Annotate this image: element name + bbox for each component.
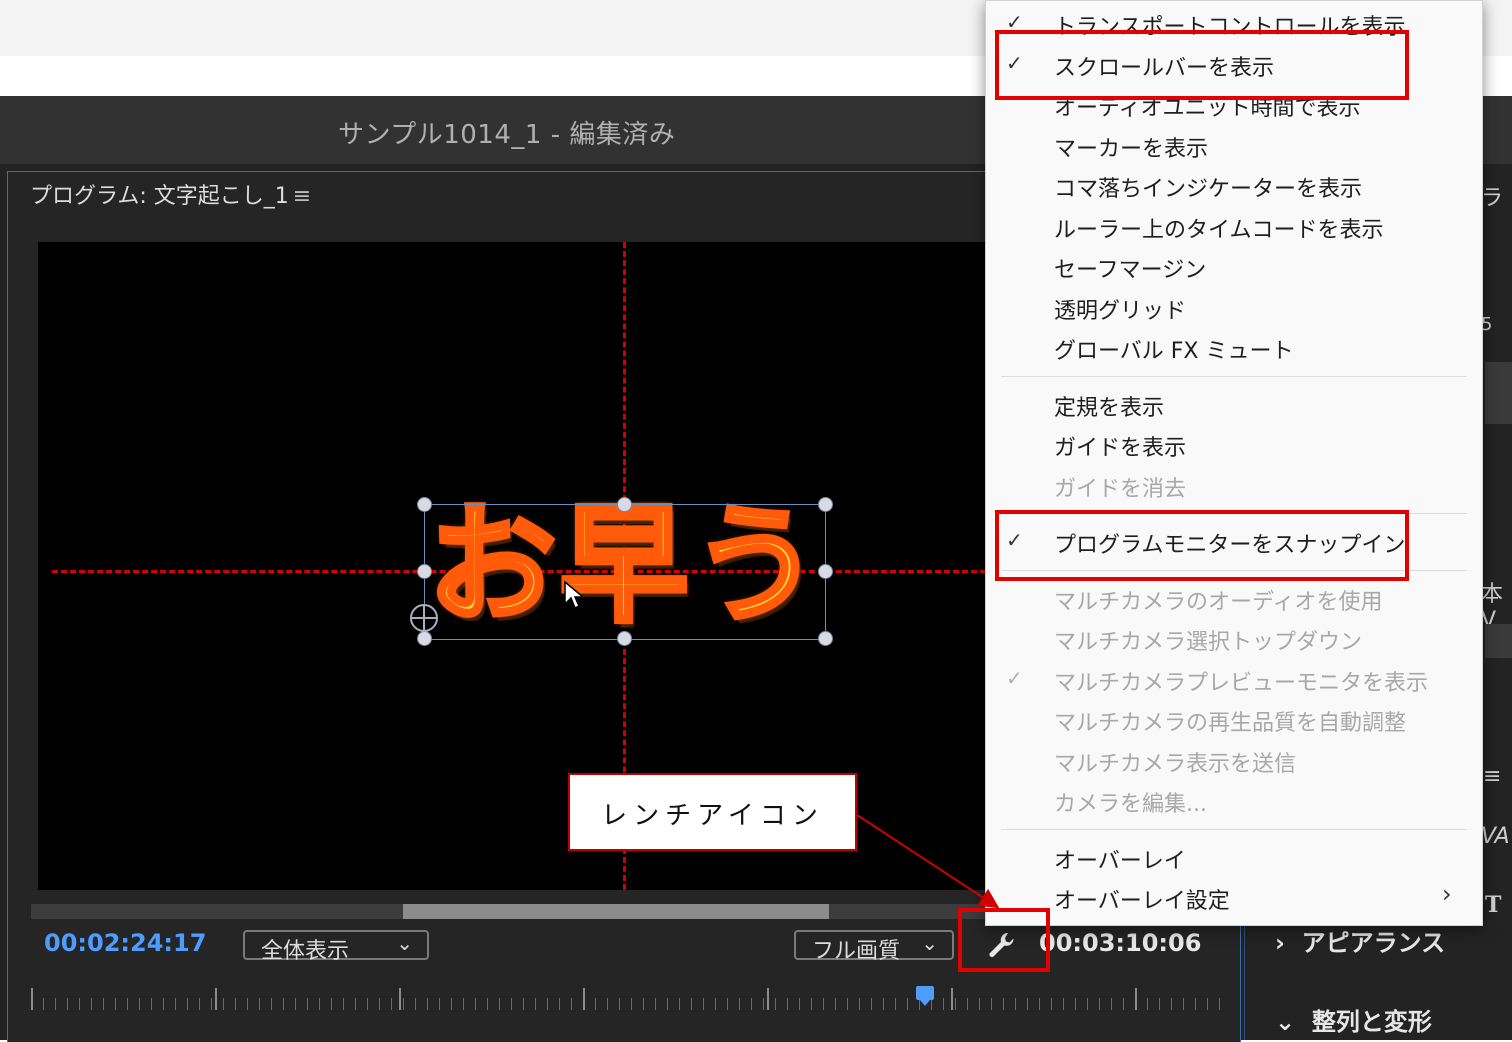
menu-item: カメラを編集... xyxy=(1054,792,1207,817)
chevron-down-icon: ⌄ xyxy=(1275,1008,1296,1036)
section-align-transform[interactable]: ⌄ 整列と変形 xyxy=(1275,1002,1432,1037)
chevron-right-icon: › xyxy=(1442,880,1452,908)
highlight-wrench-icon xyxy=(958,908,1050,972)
handle-middle-right[interactable] xyxy=(818,564,833,579)
monitor-scrollbar[interactable] xyxy=(31,904,986,919)
wrench-context-menu: トランスポートコントロールを表示 ✓ スクロールバーを表示 ✓ オーディオユニット時間で… xyxy=(985,0,1483,926)
chevron-down-icon: ⌄ xyxy=(921,931,938,955)
menu-item[interactable]: グローバル FX ミュート xyxy=(1054,333,1294,365)
menu-item: マルチカメラのオーディオを使用 xyxy=(1054,589,1383,615)
menu-item[interactable]: セーフマージン xyxy=(1054,252,1206,284)
menu-separator xyxy=(1001,828,1467,830)
chevron-down-icon: ⌄ xyxy=(396,931,413,955)
handle-top-center[interactable] xyxy=(617,497,632,512)
handle-bottom-left[interactable] xyxy=(417,631,432,646)
quality-dropdown-label: フル画質 xyxy=(812,939,901,964)
mouse-cursor-icon xyxy=(564,580,585,610)
time-ruler[interactable] xyxy=(31,988,1221,1010)
zoom-dropdown[interactable]: 全体表示 ⌄ xyxy=(243,930,429,964)
menu-item[interactable]: 透明グリッド xyxy=(1054,293,1186,325)
menu-item[interactable]: 定規を表示 xyxy=(1054,390,1164,422)
menu-item[interactable]: オーバーレイ xyxy=(1054,843,1186,875)
highlight-snap-in-item xyxy=(995,510,1409,581)
checkmark-icon: ✓ xyxy=(1006,665,1023,690)
section-align-transform-label: 整列と変形 xyxy=(1311,1008,1432,1036)
text-style-icon[interactable]: T xyxy=(1485,892,1501,918)
menu-item[interactable]: マーカーを表示 xyxy=(1054,131,1208,163)
chevron-right-icon: › xyxy=(1275,929,1285,957)
section-appearance[interactable]: › アピアランス xyxy=(1275,923,1445,958)
panel-tab-fragment: ラ xyxy=(1481,186,1504,211)
tracking-icon[interactable]: VA xyxy=(1481,824,1510,849)
current-timecode[interactable]: 00:02:24:17 xyxy=(44,929,206,957)
quality-dropdown[interactable]: フル画質 ⌄ xyxy=(794,930,954,964)
menu-item: マルチカメラ選択トップダウン xyxy=(1054,630,1363,655)
section-appearance-label: アピアランス xyxy=(1301,929,1446,957)
panel-field-row[interactable] xyxy=(1485,624,1512,658)
align-icon[interactable]: ≡ xyxy=(1483,764,1501,789)
menu-separator xyxy=(1001,375,1467,377)
playhead-marker[interactable] xyxy=(916,986,934,1006)
menu-item: ガイドを消去 xyxy=(1054,476,1187,502)
window-title: サンプル1014_1 - 編集済み xyxy=(338,120,676,150)
anchor-point-icon[interactable] xyxy=(410,604,438,632)
handle-bottom-right[interactable] xyxy=(818,631,833,646)
menu-item: マルチカメラプレビューモニタを表示 xyxy=(1054,670,1429,696)
panel-title: プログラム: 文字起こし_1 xyxy=(30,184,289,209)
menu-item[interactable]: オーバーレイ設定 xyxy=(1054,883,1230,915)
menu-item: マルチカメラの再生品質を自動調整 xyxy=(1054,711,1407,736)
zoom-dropdown-label: 全体表示 xyxy=(261,939,350,964)
handle-top-right[interactable] xyxy=(818,497,833,512)
handle-middle-left[interactable] xyxy=(417,564,432,579)
handle-bottom-center[interactable] xyxy=(617,631,632,646)
handle-top-left[interactable] xyxy=(417,497,432,512)
menu-item[interactable]: コマ落ちインジケーターを表示 xyxy=(1054,171,1362,203)
total-duration-timecode: 00:03:10:06 xyxy=(1039,929,1202,957)
highlight-scrollbar-item xyxy=(995,30,1409,100)
panel-header[interactable]: プログラム: 文字起こし_1 ≡ xyxy=(30,178,311,210)
annotation-callout-text: レンチアイコン xyxy=(601,801,824,831)
panel-layer-row[interactable] xyxy=(1485,362,1512,424)
annotation-callout: レンチアイコン xyxy=(568,773,857,851)
menu-item: マルチカメラ表示を送信 xyxy=(1054,751,1297,777)
panel-menu-icon[interactable]: ≡ xyxy=(293,184,311,209)
caption-bounding-box[interactable] xyxy=(424,504,826,640)
scrollbar-thumb[interactable] xyxy=(403,904,829,919)
menu-item[interactable]: ルーラー上のタイムコードを表示 xyxy=(1054,212,1384,244)
menu-item[interactable]: ガイドを表示 xyxy=(1054,430,1186,462)
